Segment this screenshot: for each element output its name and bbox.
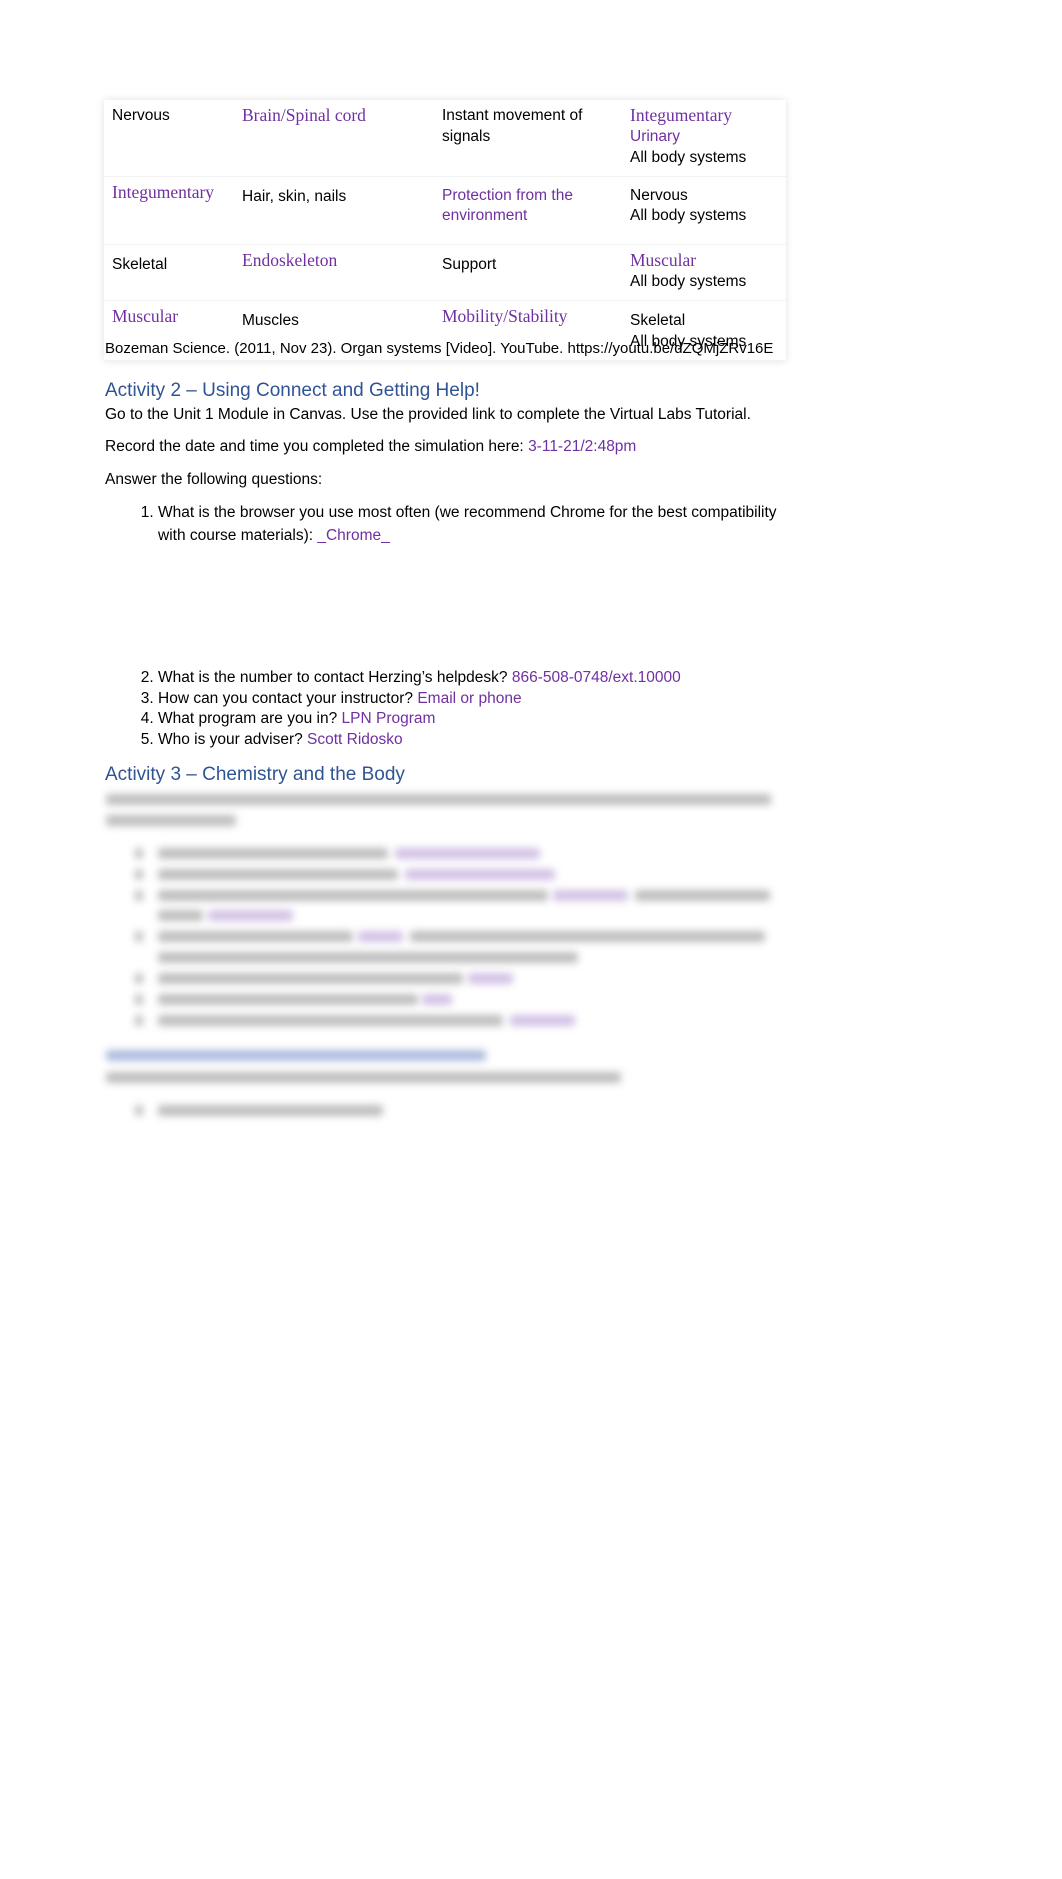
- answer-text: Scott Ridosko: [307, 730, 403, 748]
- blurred-line: [158, 890, 548, 901]
- blurred-line: [410, 931, 765, 942]
- blurred-line: [510, 1015, 575, 1026]
- activity3-heading: Activity 3 – Chemistry and the Body: [105, 764, 405, 785]
- table-cell: Protection from the environment: [434, 176, 622, 245]
- blurred-line: [553, 890, 628, 901]
- blurred-line: [135, 973, 143, 984]
- record-label: Record the date and time you completed t…: [105, 438, 529, 455]
- blurred-line: [135, 848, 143, 859]
- answer-text: _Chrome_: [317, 527, 390, 544]
- blurred-line: [422, 994, 452, 1005]
- table-cell: Nervous All body systems: [622, 176, 786, 245]
- blurred-line: [158, 910, 203, 921]
- blurred-line: [468, 973, 513, 984]
- citation: Bozeman Science. (2011, Nov 23). Organ s…: [105, 340, 774, 357]
- activity2-intro: Go to the Unit 1 Module in Canvas. Use t…: [105, 406, 751, 423]
- cell-line: All body systems: [630, 207, 747, 224]
- table-row: Nervous Brain/Spinal cord Instant moveme…: [104, 100, 786, 177]
- question-text: What is the number to contact Herzing’s …: [158, 669, 512, 686]
- blurred-line: [135, 1015, 143, 1026]
- question-text: How can you contact your instructor?: [158, 689, 418, 707]
- table-cell: Integumentary: [104, 176, 234, 245]
- blurred-line: [405, 869, 555, 880]
- table-cell: Integumentary Urinary All body systems: [622, 100, 786, 177]
- table-cell: Skeletal: [104, 244, 234, 301]
- blurred-line: [135, 1105, 143, 1116]
- blurred-line: [158, 869, 398, 880]
- question-item: How can you contact your instructor? Ema…: [158, 689, 788, 710]
- question-list: What is the browser you use most often (…: [130, 501, 788, 547]
- table-row: Skeletal Endoskeleton Support Muscular Al…: [104, 244, 786, 301]
- activity2-heading: Activity 2 – Using Connect and Getting H…: [105, 380, 480, 401]
- cell-line: Integumentary: [630, 105, 733, 125]
- blurred-heading: [106, 1050, 486, 1061]
- blurred-line: [106, 1072, 621, 1083]
- blurred-line: [158, 994, 418, 1005]
- blurred-line: [635, 890, 770, 901]
- blurred-line: [208, 910, 293, 921]
- blurred-line: [135, 869, 143, 880]
- question-list: What is the number to contact Herzing’s …: [130, 668, 788, 750]
- record-line: Record the date and time you completed t…: [105, 436, 636, 457]
- cell-line: Nervous: [630, 187, 688, 204]
- table-row: Integumentary Hair, skin, nails Protecti…: [104, 176, 786, 245]
- blurred-line: [395, 848, 540, 859]
- blurred-line: [158, 952, 578, 963]
- blurred-line: [158, 1105, 383, 1116]
- record-value: 3-11-21/2:48pm: [528, 438, 637, 455]
- blurred-line: [135, 994, 143, 1005]
- blurred-line: [158, 848, 388, 859]
- table-cell: Hair, skin, nails: [234, 176, 434, 245]
- table-cell: Brain/Spinal cord: [234, 100, 434, 177]
- answer-text: Email or phone: [417, 689, 522, 707]
- question-item: What is the number to contact Herzing’s …: [158, 668, 788, 689]
- blurred-line: [106, 815, 236, 826]
- blurred-line: [158, 931, 353, 942]
- table-cell: Nervous: [104, 100, 234, 177]
- cell-line: All body systems: [630, 273, 747, 290]
- cell-line: All body systems: [630, 149, 747, 166]
- blurred-line: [158, 973, 463, 984]
- blurred-line: [135, 890, 143, 901]
- question-item: What program are you in? LPN Program: [158, 709, 788, 730]
- cell-line: Urinary: [630, 128, 680, 145]
- table-cell: Instant movement of signals: [434, 100, 622, 177]
- question-text: What program are you in?: [158, 710, 342, 727]
- question-text: What is the browser you use most often (…: [158, 504, 777, 544]
- blurred-line: [158, 1015, 503, 1026]
- cell-line: Skeletal: [630, 312, 686, 329]
- answer-text: 866-508-0748/ext.10000: [511, 669, 681, 686]
- answer-prompt: Answer the following questions:: [105, 471, 323, 488]
- organ-systems-table: Nervous Brain/Spinal cord Instant moveme…: [104, 100, 786, 361]
- question-item: Who is your adviser? Scott Ridosko: [158, 730, 788, 751]
- table-cell: Muscular All body systems: [622, 244, 786, 301]
- blurred-line: [135, 931, 143, 942]
- table-cell: Support: [434, 244, 622, 301]
- question-item: What is the browser you use most often (…: [158, 501, 788, 547]
- blurred-line: [358, 931, 403, 942]
- answer-text: LPN Program: [341, 710, 436, 727]
- blurred-line: [106, 794, 771, 805]
- cell-line: Muscular: [630, 250, 697, 270]
- table-cell: Endoskeleton: [234, 244, 434, 301]
- question-text: Who is your adviser?: [158, 730, 308, 748]
